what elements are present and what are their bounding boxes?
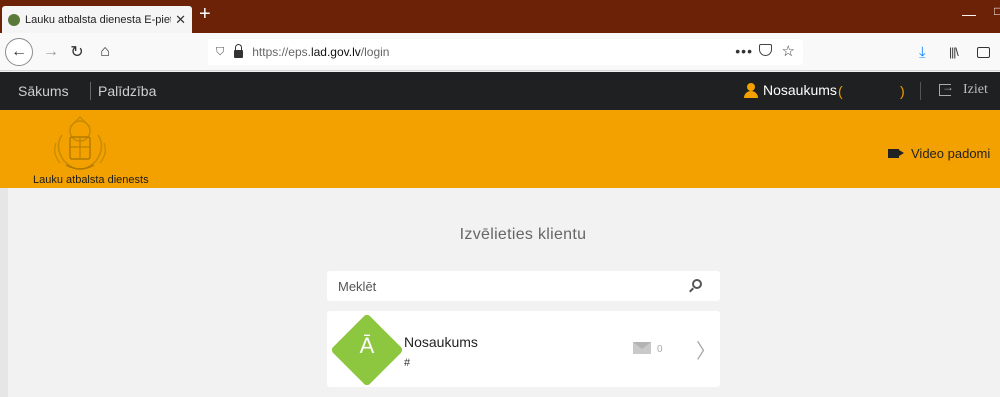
search-icon[interactable] [692,279,702,289]
url-prefix: https://eps. [252,45,311,59]
reload-button[interactable]: ↻ [66,41,88,63]
maximize-window-icon[interactable]: □ [994,4,1000,18]
user-menu[interactable]: Nosaukums [744,82,837,98]
envelope-icon [633,342,651,354]
client-card[interactable]: Ā Nosaukums # 0 〉 [327,311,720,387]
user-name: Nosaukums [763,82,837,98]
back-button[interactable]: ← [5,38,33,66]
browser-toolbar: ← → ↻ ⌂ ⛉ https://eps.lad.gov.lv/login •… [0,33,1000,71]
video-tips-label: Video padomi [911,146,991,161]
url-text[interactable]: https://eps.lad.gov.lv/login [252,45,389,59]
brand-name: Lauku atbalsta dienests [33,174,149,186]
lock-icon[interactable] [234,44,244,58]
tracking-shield-icon[interactable]: ⛉ [216,46,224,59]
url-path: /login [360,45,390,59]
browser-tab[interactable]: Lauku atbalsta dienesta E-pieteikšanās s… [2,6,192,33]
downloads-icon[interactable]: ⤓ [919,44,926,61]
message-count: 0 [657,344,663,355]
site-top-nav: Sākums Palīdzība Nosaukums ( ) Iziet [0,72,1000,110]
chevron-right-icon[interactable]: 〉 [696,335,716,364]
client-name: Nosaukums [404,334,478,350]
address-bar[interactable]: ⛉ https://eps.lad.gov.lv/login ••• ☆ [208,39,803,65]
site-favicon-icon [8,13,20,26]
home-icon[interactable]: ⌂ [94,41,116,63]
new-tab-button[interactable]: + [199,4,211,24]
logout-label: Iziet [963,82,988,97]
forward-button[interactable]: → [40,41,62,63]
tab-title: Lauku atbalsta dienesta E-pieteikšanās s… [25,13,171,26]
close-tab-icon[interactable]: ✕ [175,12,186,28]
coat-of-arms-logo[interactable] [48,113,113,173]
url-domain: lad.gov.lv [310,45,361,59]
pocket-icon[interactable] [759,44,772,56]
logout-icon [939,80,954,96]
library-icon[interactable]: |||\ [949,45,959,59]
nav-divider-right [920,82,921,100]
user-code-close: ) [900,83,905,99]
sidebar-toggle-icon[interactable] [977,47,990,58]
browser-tab-strip: Lauku atbalsta dienesta E-pieteikšanās s… [0,0,1000,33]
help-link[interactable]: Palīdzība [98,83,156,99]
minimize-window-icon[interactable]: — [962,6,976,22]
video-tips-link[interactable]: Video padomi [888,146,990,161]
bookmark-star-icon[interactable]: ☆ [782,42,795,60]
nav-divider [90,82,91,100]
page-title: Izvēlieties klientu [459,226,587,243]
logout-button[interactable]: Iziet [939,80,988,98]
user-code-open: ( [838,83,843,99]
user-icon [744,83,758,98]
main-content: Izvēlieties klientu Ā Nosaukums # 0 〉 [0,188,1000,397]
client-badge-letter: Ā [359,333,375,358]
site-header: Lauku atbalsta dienests Video padomi [0,110,1000,188]
video-camera-icon [888,149,904,158]
client-number: # [404,357,411,369]
left-edge-strip [0,188,8,397]
client-search [327,271,720,301]
page-actions-button[interactable]: ••• [735,43,753,59]
search-input[interactable] [327,271,667,301]
home-link[interactable]: Sākums [18,83,69,99]
